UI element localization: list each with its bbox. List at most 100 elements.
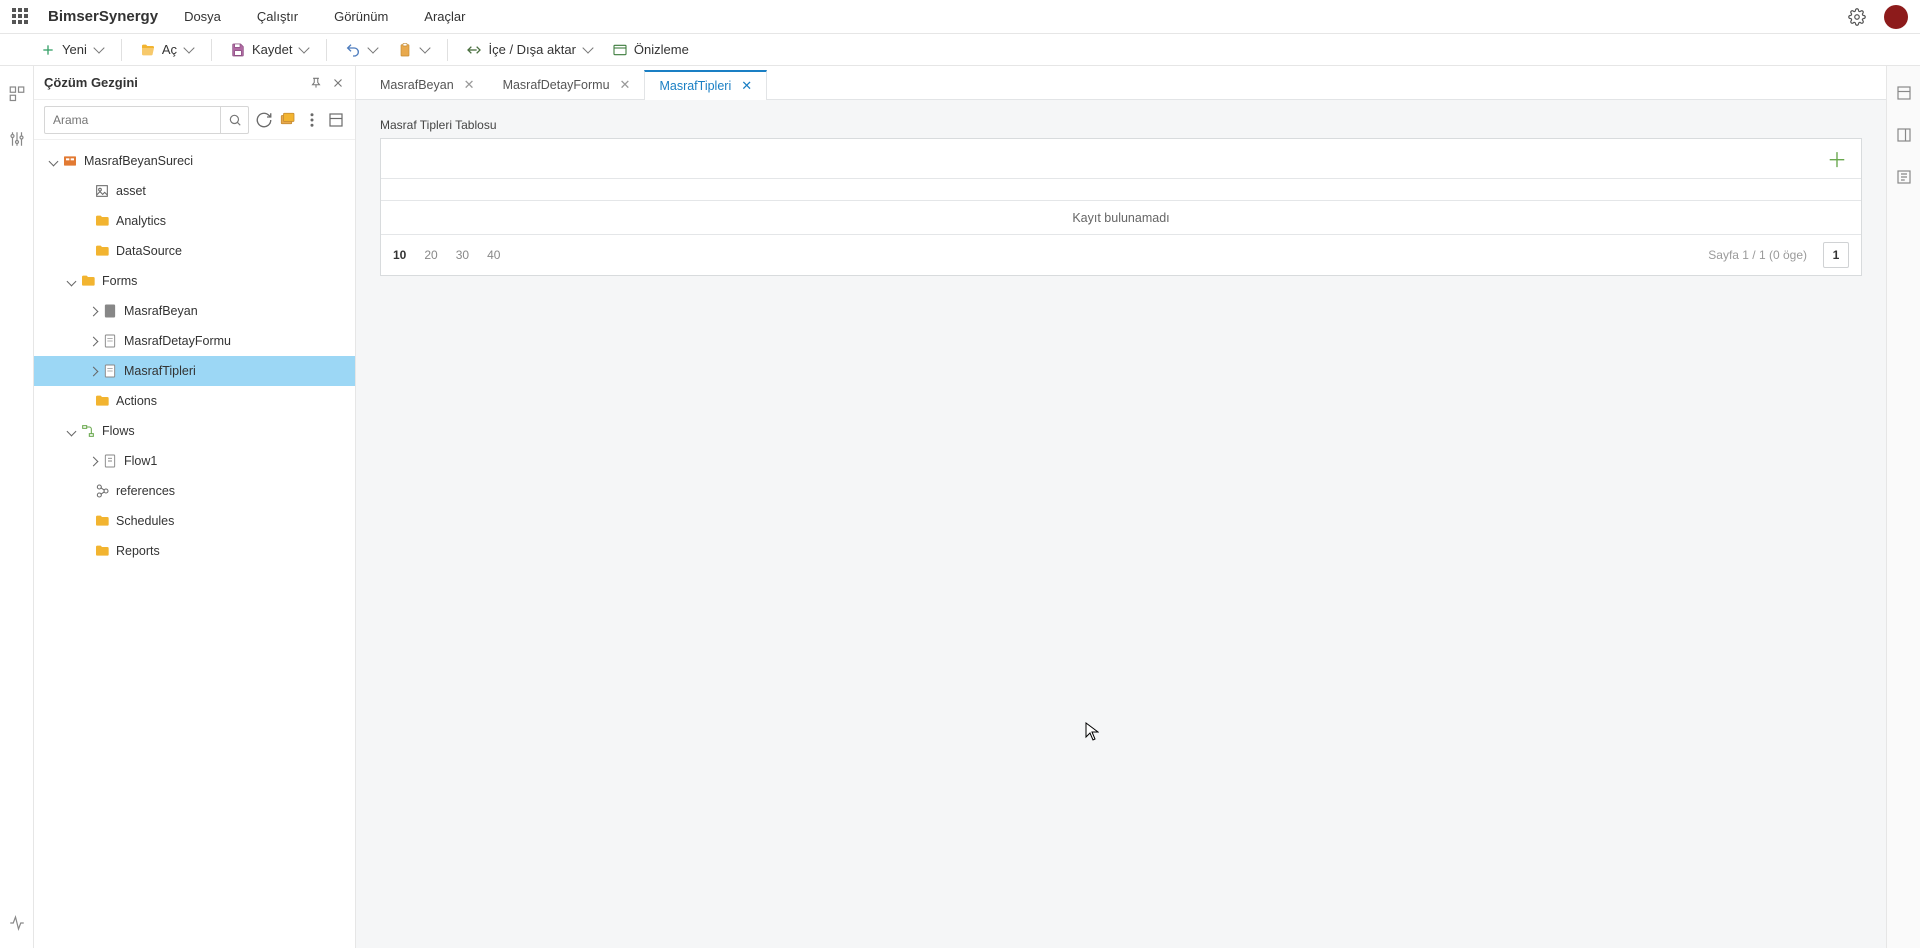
page-size-20[interactable]: 20 — [424, 248, 437, 262]
menu-file[interactable]: Dosya — [184, 9, 221, 24]
tab-label: MasrafTipleri — [659, 79, 731, 93]
menu-view[interactable]: Görünüm — [334, 9, 388, 24]
tree-node-actions[interactable]: Actions — [34, 386, 355, 416]
tree-node-analytics[interactable]: Analytics — [34, 206, 355, 236]
caret-icon — [80, 486, 90, 496]
chevron-down-icon — [183, 42, 194, 53]
folder-icon — [94, 243, 110, 259]
close-tab-icon[interactable]: ✕ — [464, 77, 475, 93]
page-current[interactable]: 1 — [1823, 242, 1849, 268]
tree-node-reports[interactable]: Reports — [34, 536, 355, 566]
add-row-button[interactable]: ＋ — [1827, 144, 1847, 173]
tab-label: MasrafBeyan — [380, 78, 454, 92]
right-rail — [1886, 66, 1920, 948]
folder-icon — [94, 543, 110, 559]
tree-node-forms[interactable]: Forms — [34, 266, 355, 296]
table-header-bar: ＋ — [381, 139, 1861, 179]
diagnostics-rail-icon[interactable] — [8, 914, 26, 932]
search-wrap — [44, 106, 249, 134]
references-icon — [94, 483, 110, 499]
menu-run[interactable]: Çalıştır — [257, 9, 298, 24]
separator — [447, 39, 448, 61]
main-area: MasrafBeyan ✕ MasrafDetayFormu ✕ MasrafT… — [356, 66, 1886, 948]
close-tab-icon[interactable]: ✕ — [620, 77, 631, 93]
tree-node-form-masrafdetay[interactable]: MasrafDetayFormu — [34, 326, 355, 356]
tree-label: MasrafTipleri — [124, 364, 196, 378]
caret-icon — [48, 156, 58, 166]
caret-icon — [66, 276, 76, 286]
clipboard-button[interactable] — [389, 36, 437, 64]
save-button[interactable]: Kaydet — [222, 36, 316, 64]
panel1-rail-icon[interactable] — [1895, 84, 1913, 102]
tree-label: Reports — [116, 544, 160, 558]
close-icon[interactable] — [331, 76, 345, 90]
tab-masrafdetayformu[interactable]: MasrafDetayFormu ✕ — [489, 69, 645, 99]
folder-icon — [94, 393, 110, 409]
separator — [326, 39, 327, 61]
explorer-rail-icon[interactable] — [8, 84, 26, 102]
explorer-title: Çözüm Gezgini — [44, 75, 138, 90]
explorer-header: Çözüm Gezgini — [34, 66, 355, 100]
tree-node-flow1[interactable]: Flow1 — [34, 446, 355, 476]
new-label: Yeni — [62, 42, 87, 57]
clipboard-icon — [397, 42, 413, 58]
apps-icon[interactable] — [12, 8, 30, 26]
caret-icon — [88, 336, 98, 346]
search-icon — [228, 113, 242, 127]
tab-label: MasrafDetayFormu — [503, 78, 610, 92]
top-menu-bar: BimserSynergy Dosya Çalıştır Görünüm Ara… — [0, 0, 1920, 34]
data-table: ＋ Kayıt bulunamadı 10 20 30 40 Sayfa 1 /… — [380, 138, 1862, 276]
tree-node-references[interactable]: references — [34, 476, 355, 506]
more-icon[interactable] — [303, 111, 321, 129]
caret-icon — [80, 546, 90, 556]
undo-icon — [345, 42, 361, 58]
settings-icon[interactable] — [1848, 8, 1866, 26]
tab-masraftipleri[interactable]: MasrafTipleri ✕ — [644, 70, 767, 100]
folder-icon — [80, 273, 96, 289]
tree-node-form-masraftipleri[interactable]: MasrafTipleri — [34, 356, 355, 386]
panel2-rail-icon[interactable] — [1895, 126, 1913, 144]
pin-icon[interactable] — [309, 76, 323, 90]
caret-icon — [66, 426, 76, 436]
page-size-30[interactable]: 30 — [456, 248, 469, 262]
import-export-label: İçe / Dışa aktar — [488, 42, 575, 57]
tree-node-flows[interactable]: Flows — [34, 416, 355, 446]
import-export-icon — [466, 42, 482, 58]
tree-node-asset[interactable]: asset — [34, 176, 355, 206]
editor-tabs: MasrafBeyan ✕ MasrafDetayFormu ✕ MasrafT… — [356, 66, 1886, 100]
chevron-down-icon — [299, 42, 310, 53]
caret-icon — [88, 366, 98, 376]
tree-node-schedules[interactable]: Schedules — [34, 506, 355, 536]
properties-icon[interactable] — [327, 111, 345, 129]
new-button[interactable]: Yeni — [32, 36, 111, 64]
solution-explorer: Çözüm Gezgini MasrafBeyanSureci — [34, 66, 356, 948]
collapse-all-icon[interactable] — [279, 111, 297, 129]
folder-icon — [94, 213, 110, 229]
tab-masrafbeyan[interactable]: MasrafBeyan ✕ — [366, 69, 489, 99]
tools-rail-icon[interactable] — [8, 130, 26, 148]
page-size-10[interactable]: 10 — [393, 248, 406, 262]
tree-node-form-masrafbeyan[interactable]: MasrafBeyan — [34, 296, 355, 326]
separator — [121, 39, 122, 61]
preview-button[interactable]: Önizleme — [604, 36, 697, 64]
caret-icon — [80, 516, 90, 526]
import-export-button[interactable]: İçe / Dışa aktar — [458, 36, 599, 64]
explorer-tools — [34, 100, 355, 140]
search-input[interactable] — [45, 113, 220, 127]
open-button[interactable]: Aç — [132, 36, 201, 64]
tree-node-datasource[interactable]: DataSource — [34, 236, 355, 266]
table-footer: 10 20 30 40 Sayfa 1 / 1 (0 öge) 1 — [381, 235, 1861, 275]
search-button[interactable] — [220, 107, 248, 133]
refresh-icon[interactable] — [255, 111, 273, 129]
tree-label: MasrafBeyanSureci — [84, 154, 193, 168]
tree-label: MasrafDetayFormu — [124, 334, 231, 348]
chevron-down-icon — [582, 42, 593, 53]
menu-tools[interactable]: Araçlar — [424, 9, 465, 24]
undo-button[interactable] — [337, 36, 385, 64]
close-tab-icon[interactable]: ✕ — [741, 78, 752, 94]
user-avatar[interactable] — [1884, 5, 1908, 29]
page-size-40[interactable]: 40 — [487, 248, 500, 262]
tree-label: Flows — [102, 424, 135, 438]
panel3-rail-icon[interactable] — [1895, 168, 1913, 186]
tree-node-project[interactable]: MasrafBeyanSureci — [34, 146, 355, 176]
